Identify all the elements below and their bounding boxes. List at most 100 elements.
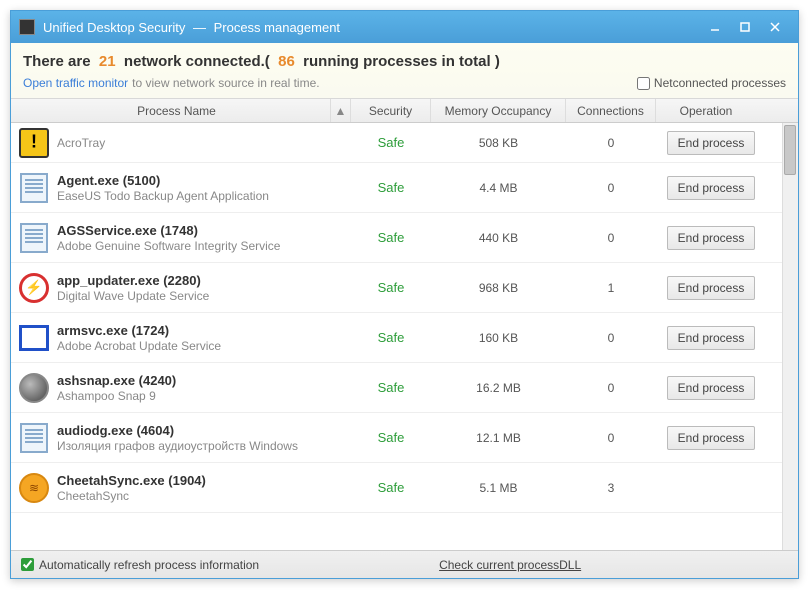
window-title: Unified Desktop Security — Process manag… bbox=[43, 20, 700, 35]
table-row[interactable]: audiodg.exe (4604)Изоляция графов аудиоу… bbox=[11, 413, 798, 463]
process-description: CheetahSync bbox=[57, 489, 351, 503]
table-row[interactable]: armsvc.exe (1724)Adobe Acrobat Update Se… bbox=[11, 313, 798, 363]
table-row[interactable]: app_updater.exe (2280)Digital Wave Updat… bbox=[11, 263, 798, 313]
process-name-cell: CheetahSync.exe (1904)CheetahSync bbox=[57, 473, 351, 503]
scrollbar-thumb[interactable] bbox=[784, 125, 796, 175]
connections-value: 0 bbox=[566, 331, 656, 345]
memory-value: 4.4 MB bbox=[431, 181, 566, 195]
security-status: Safe bbox=[351, 180, 431, 195]
process-title: CheetahSync.exe (1904) bbox=[57, 473, 351, 488]
summary-mid: network connected.( bbox=[124, 53, 270, 70]
window-controls bbox=[700, 16, 790, 38]
operation-cell: End process bbox=[656, 226, 766, 250]
connections-value: 0 bbox=[566, 136, 656, 150]
summary-prefix: There are bbox=[23, 53, 91, 70]
process-description: Digital Wave Update Service bbox=[57, 289, 351, 303]
process-description: EaseUS Todo Backup Agent Application bbox=[57, 189, 351, 203]
process-icon bbox=[17, 471, 51, 505]
col-security[interactable]: Security bbox=[351, 99, 431, 122]
end-process-button[interactable]: End process bbox=[667, 276, 756, 300]
total-count: 86 bbox=[278, 53, 295, 70]
table-row[interactable]: AcroTraySafe508 KB0End process bbox=[11, 123, 798, 163]
security-status: Safe bbox=[351, 330, 431, 345]
process-name-cell: armsvc.exe (1724)Adobe Acrobat Update Se… bbox=[57, 323, 351, 353]
process-icon bbox=[17, 221, 51, 255]
memory-value: 508 KB bbox=[431, 136, 566, 150]
summary-bar: There are 21 network connected.( 86 runn… bbox=[11, 43, 798, 99]
connections-value: 0 bbox=[566, 431, 656, 445]
process-icon bbox=[17, 321, 51, 355]
scrollbar-track[interactable] bbox=[782, 123, 798, 550]
process-description: Ashampoo Snap 9 bbox=[57, 389, 351, 403]
table-row[interactable]: CheetahSync.exe (1904)CheetahSyncSafe5.1… bbox=[11, 463, 798, 513]
summary-text: There are 21 network connected.( 86 runn… bbox=[23, 53, 786, 70]
operation-cell: End process bbox=[656, 326, 766, 350]
process-table: AcroTraySafe508 KB0End processAgent.exe … bbox=[11, 123, 798, 550]
col-process-name[interactable]: Process Name bbox=[11, 99, 331, 122]
process-icon bbox=[17, 271, 51, 305]
end-process-button[interactable]: End process bbox=[667, 326, 756, 350]
app-section: Process management bbox=[214, 20, 340, 35]
process-description: Adobe Acrobat Update Service bbox=[57, 339, 351, 353]
memory-value: 16.2 MB bbox=[431, 381, 566, 395]
auto-refresh-label: Automatically refresh process informatio… bbox=[39, 558, 259, 572]
auto-refresh-checkbox[interactable]: Automatically refresh process informatio… bbox=[21, 558, 259, 572]
process-name-cell: app_updater.exe (2280)Digital Wave Updat… bbox=[57, 273, 351, 303]
table-header: Process Name ▲ Security Memory Occupancy… bbox=[11, 99, 798, 123]
process-description: Изоляция графов аудиоустройств Windows bbox=[57, 439, 351, 453]
maximize-button[interactable] bbox=[730, 16, 760, 38]
process-icon bbox=[17, 126, 51, 160]
connections-value: 3 bbox=[566, 481, 656, 495]
end-process-button[interactable]: End process bbox=[667, 131, 756, 155]
memory-value: 5.1 MB bbox=[431, 481, 566, 495]
close-button[interactable] bbox=[760, 16, 790, 38]
process-name-cell: ashsnap.exe (4240)Ashampoo Snap 9 bbox=[57, 373, 351, 403]
process-description: Adobe Genuine Software Integrity Service bbox=[57, 239, 351, 253]
security-status: Safe bbox=[351, 430, 431, 445]
sort-indicator-icon[interactable]: ▲ bbox=[331, 99, 351, 122]
process-name-cell: Agent.exe (5100)EaseUS Todo Backup Agent… bbox=[57, 173, 351, 203]
check-dll-link[interactable]: Check current processDLL bbox=[439, 558, 581, 572]
end-process-button[interactable]: End process bbox=[667, 426, 756, 450]
netconnected-checkbox-input[interactable] bbox=[637, 77, 650, 90]
operation-cell: End process bbox=[656, 131, 766, 155]
security-status: Safe bbox=[351, 480, 431, 495]
end-process-button[interactable]: End process bbox=[667, 226, 756, 250]
open-traffic-monitor-link[interactable]: Open traffic monitor bbox=[23, 76, 128, 90]
netconnected-label: Netconnected processes bbox=[654, 76, 786, 90]
security-status: Safe bbox=[351, 280, 431, 295]
security-status: Safe bbox=[351, 230, 431, 245]
end-process-button[interactable]: End process bbox=[667, 376, 756, 400]
process-title: app_updater.exe (2280) bbox=[57, 273, 351, 288]
table-row[interactable]: ashsnap.exe (4240)Ashampoo Snap 9Safe16.… bbox=[11, 363, 798, 413]
summary-line2: Open traffic monitor to view network sou… bbox=[23, 76, 786, 90]
app-name: Unified Desktop Security bbox=[43, 20, 185, 35]
title-separator: — bbox=[193, 20, 206, 35]
minimize-button[interactable] bbox=[700, 16, 730, 38]
connections-value: 1 bbox=[566, 281, 656, 295]
table-row[interactable]: Agent.exe (5100)EaseUS Todo Backup Agent… bbox=[11, 163, 798, 213]
security-status: Safe bbox=[351, 380, 431, 395]
status-bar: Automatically refresh process informatio… bbox=[11, 550, 798, 578]
process-title: Agent.exe (5100) bbox=[57, 173, 351, 188]
titlebar[interactable]: Unified Desktop Security — Process manag… bbox=[11, 11, 798, 43]
process-icon bbox=[17, 421, 51, 455]
col-operation[interactable]: Operation bbox=[656, 99, 756, 122]
process-name-cell: AcroTray bbox=[57, 135, 351, 150]
operation-cell: End process bbox=[656, 376, 766, 400]
operation-cell: End process bbox=[656, 276, 766, 300]
end-process-button[interactable]: End process bbox=[667, 176, 756, 200]
auto-refresh-input[interactable] bbox=[21, 558, 34, 571]
operation-cell: End process bbox=[656, 426, 766, 450]
process-title: AGSService.exe (1748) bbox=[57, 223, 351, 238]
netconnected-checkbox[interactable]: Netconnected processes bbox=[637, 76, 786, 90]
process-title: ashsnap.exe (4240) bbox=[57, 373, 351, 388]
col-connections[interactable]: Connections bbox=[566, 99, 656, 122]
col-memory[interactable]: Memory Occupancy bbox=[431, 99, 566, 122]
table-row[interactable]: AGSService.exe (1748)Adobe Genuine Softw… bbox=[11, 213, 798, 263]
connections-value: 0 bbox=[566, 381, 656, 395]
process-icon bbox=[17, 371, 51, 405]
operation-cell: End process bbox=[656, 176, 766, 200]
memory-value: 968 KB bbox=[431, 281, 566, 295]
memory-value: 12.1 MB bbox=[431, 431, 566, 445]
